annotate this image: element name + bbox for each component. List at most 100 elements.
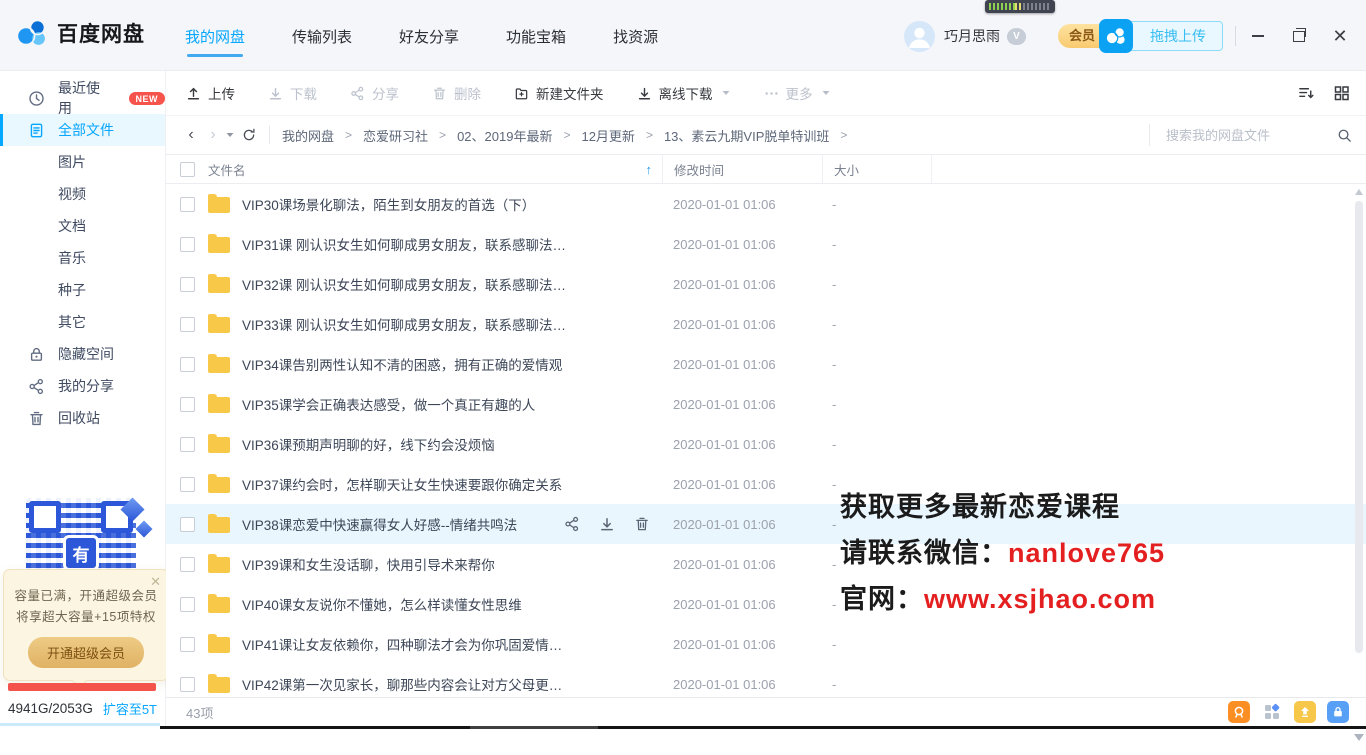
refresh-icon[interactable] bbox=[237, 128, 261, 142]
username[interactable]: 巧月思雨 bbox=[944, 26, 1000, 46]
scroll-down-icon[interactable] bbox=[1354, 734, 1364, 741]
select-all-checkbox[interactable] bbox=[180, 162, 195, 177]
file-name[interactable]: VIP37课约会时，怎样聊天让女生快速要跟你确定关系 bbox=[242, 474, 562, 494]
nav-tab-my-drive[interactable]: 我的网盘 bbox=[185, 26, 245, 63]
expand-storage-link[interactable]: 扩容至5T bbox=[103, 699, 157, 718]
open-svip-button[interactable]: 开通超级会员 bbox=[28, 637, 144, 668]
row-checkbox[interactable] bbox=[180, 677, 195, 692]
breadcrumb-item[interactable]: 我的网盘 bbox=[282, 126, 334, 145]
file-name[interactable]: VIP39课和女生没话聊，快用引导术来帮你 bbox=[242, 554, 495, 574]
search-icon[interactable] bbox=[1337, 128, 1352, 143]
close-button[interactable]: ✕ bbox=[1332, 28, 1348, 44]
file-row[interactable]: VIP37课约会时，怎样聊天让女生快速要跟你确定关系2020-01-01 01:… bbox=[166, 464, 1366, 504]
share-button[interactable]: 分享 bbox=[350, 83, 399, 103]
file-name[interactable]: VIP30课场景化聊法，陌生到女朋友的首选（下） bbox=[242, 194, 535, 214]
nav-tab-find-resources[interactable]: 找资源 bbox=[613, 26, 658, 63]
file-name[interactable]: VIP33课 刚认识女生如何聊成男女朋友，联系感聊法（下） bbox=[242, 314, 572, 334]
scrollbar[interactable] bbox=[1354, 189, 1364, 755]
row-checkbox[interactable] bbox=[180, 557, 195, 572]
share-icon[interactable] bbox=[564, 516, 580, 532]
sidebar-item-music[interactable]: 音乐 bbox=[0, 242, 165, 274]
back-button[interactable]: ‹ bbox=[180, 127, 202, 143]
scrollbar-thumb[interactable] bbox=[1355, 201, 1363, 653]
breadcrumb-item[interactable]: 恋爱研习社 bbox=[363, 126, 428, 145]
download-icon[interactable] bbox=[599, 516, 615, 532]
sort-icon[interactable] bbox=[1298, 85, 1315, 101]
column-size[interactable]: 大小 bbox=[823, 155, 932, 183]
sort-asc-icon[interactable]: ↑ bbox=[646, 162, 653, 177]
sidebar-item-documents[interactable]: 文档 bbox=[0, 210, 165, 242]
row-checkbox[interactable] bbox=[180, 197, 195, 212]
file-row[interactable]: VIP34课告别两性认知不清的困惑，拥有正确的爱情观2020-01-01 01:… bbox=[166, 344, 1366, 384]
row-checkbox[interactable] bbox=[180, 637, 195, 652]
restore-button[interactable] bbox=[1291, 28, 1307, 44]
file-name[interactable]: VIP38课恋爱中快速赢得女人好感--情绪共鸣法 bbox=[242, 514, 517, 534]
file-name[interactable]: VIP35课学会正确表达感受，做一个真正有趣的人 bbox=[242, 394, 535, 414]
delete-button[interactable]: 删除 bbox=[432, 83, 481, 103]
file-name[interactable]: VIP31课 刚认识女生如何聊成男女朋友，联系感聊法（上） bbox=[242, 234, 572, 254]
row-checkbox[interactable] bbox=[180, 597, 195, 612]
download-button[interactable]: 下载 bbox=[268, 83, 317, 103]
file-row[interactable]: VIP41课让女友依赖你，四种聊法才会为你巩固爱情的江山2020-01-01 0… bbox=[166, 624, 1366, 664]
row-checkbox[interactable] bbox=[180, 317, 195, 332]
breadcrumb-item[interactable]: 13、素云九期VIP脱单特训班 bbox=[664, 126, 829, 145]
file-row[interactable]: VIP36课预期声明聊的好，线下约会没烦恼2020-01-01 01:06- bbox=[166, 424, 1366, 464]
more-button[interactable]: 更多 bbox=[764, 83, 831, 103]
sidebar-item-all-files[interactable]: 全部文件 bbox=[0, 114, 165, 146]
file-row[interactable]: VIP40课女友说你不懂她，怎么样读懂女性思维2020-01-01 01:06- bbox=[166, 584, 1366, 624]
sidebar-item-videos[interactable]: 视频 bbox=[0, 178, 165, 210]
file-name[interactable]: VIP40课女友说你不懂她，怎么样读懂女性思维 bbox=[242, 594, 522, 614]
grid-view-icon[interactable] bbox=[1333, 85, 1350, 101]
scroll-up-icon[interactable] bbox=[1355, 189, 1363, 195]
collect-folder-icon[interactable] bbox=[1294, 701, 1316, 723]
file-row[interactable]: VIP39课和女生没话聊，快用引导术来帮你2020-01-01 01:06- bbox=[166, 544, 1366, 584]
sidebar-item-recycle-bin[interactable]: 回收站 bbox=[0, 402, 165, 434]
row-checkbox[interactable] bbox=[180, 277, 195, 292]
sidebar-item-pictures[interactable]: 图片 bbox=[0, 146, 165, 178]
drag-upload-button[interactable]: 拖拽上传 bbox=[1127, 21, 1223, 51]
close-icon[interactable]: ✕ bbox=[150, 574, 161, 590]
trash-icon[interactable] bbox=[634, 516, 650, 532]
sidebar-item-torrents[interactable]: 种子 bbox=[0, 274, 165, 306]
file-name[interactable]: VIP42课第一次见家长，聊那些内容会让对方父母更喜欢你 bbox=[242, 674, 572, 694]
column-name[interactable]: 文件名 ↑ bbox=[166, 155, 663, 183]
offline-download-button[interactable]: 离线下载 bbox=[637, 83, 731, 103]
breadcrumb-item[interactable]: 02、2019年最新 bbox=[457, 126, 552, 145]
column-time[interactable]: 修改时间 bbox=[663, 155, 823, 183]
search-input[interactable] bbox=[1164, 127, 1318, 144]
file-row[interactable]: VIP33课 刚认识女生如何聊成男女朋友，联系感聊法（下）2020-01-01 … bbox=[166, 304, 1366, 344]
row-checkbox[interactable] bbox=[180, 357, 195, 372]
mini-apps-icon[interactable] bbox=[1261, 701, 1283, 723]
nav-tab-transfer-list[interactable]: 传输列表 bbox=[292, 26, 352, 63]
history-dropdown-icon[interactable] bbox=[226, 132, 235, 138]
nav-tab-toolbox[interactable]: 功能宝箱 bbox=[506, 26, 566, 63]
upload-button[interactable]: 上传 bbox=[186, 83, 235, 103]
file-name[interactable]: VIP32课 刚认识女生如何聊成男女朋友，联系感聊法（中） bbox=[242, 274, 572, 294]
file-row[interactable]: VIP32课 刚认识女生如何聊成男女朋友，联系感聊法（中）2020-01-01 … bbox=[166, 264, 1366, 304]
sidebar-item-recent[interactable]: 最近使用NEW bbox=[0, 82, 165, 114]
vip-level-icon[interactable]: V bbox=[1007, 28, 1026, 45]
activity-medal-icon[interactable] bbox=[1228, 701, 1250, 723]
file-name[interactable]: VIP41课让女友依赖你，四种聊法才会为你巩固爱情的江山 bbox=[242, 634, 572, 654]
minimize-button[interactable] bbox=[1250, 28, 1266, 44]
safe-lock-icon[interactable] bbox=[1327, 701, 1349, 723]
file-row[interactable]: VIP38课恋爱中快速赢得女人好感--情绪共鸣法2020-01-01 01:06… bbox=[166, 504, 1366, 544]
avatar[interactable] bbox=[904, 21, 935, 52]
sidebar-item-hidden-space[interactable]: 隐藏空间 bbox=[0, 338, 165, 370]
row-checkbox[interactable] bbox=[180, 517, 195, 532]
file-name[interactable]: VIP34课告别两性认知不清的困惑，拥有正确的爱情观 bbox=[242, 354, 562, 374]
row-checkbox[interactable] bbox=[180, 237, 195, 252]
file-row[interactable]: VIP35课学会正确表达感受，做一个真正有趣的人2020-01-01 01:06… bbox=[166, 384, 1366, 424]
forward-button[interactable]: › bbox=[202, 127, 224, 143]
nav-tab-friend-share[interactable]: 好友分享 bbox=[399, 26, 459, 63]
row-checkbox[interactable] bbox=[180, 437, 195, 452]
file-row[interactable]: VIP31课 刚认识女生如何聊成男女朋友，联系感聊法（上）2020-01-01 … bbox=[166, 224, 1366, 264]
sidebar-item-my-shares[interactable]: 我的分享 bbox=[0, 370, 165, 402]
file-name[interactable]: VIP36课预期声明聊的好，线下约会没烦恼 bbox=[242, 434, 495, 454]
file-row[interactable]: VIP30课场景化聊法，陌生到女朋友的首选（下）2020-01-01 01:06… bbox=[166, 184, 1366, 224]
row-checkbox[interactable] bbox=[180, 477, 195, 492]
row-checkbox[interactable] bbox=[180, 397, 195, 412]
new-folder-button[interactable]: 新建文件夹 bbox=[514, 83, 604, 103]
breadcrumb-item[interactable]: 12月更新 bbox=[581, 126, 634, 145]
sidebar-item-others[interactable]: 其它 bbox=[0, 306, 165, 338]
